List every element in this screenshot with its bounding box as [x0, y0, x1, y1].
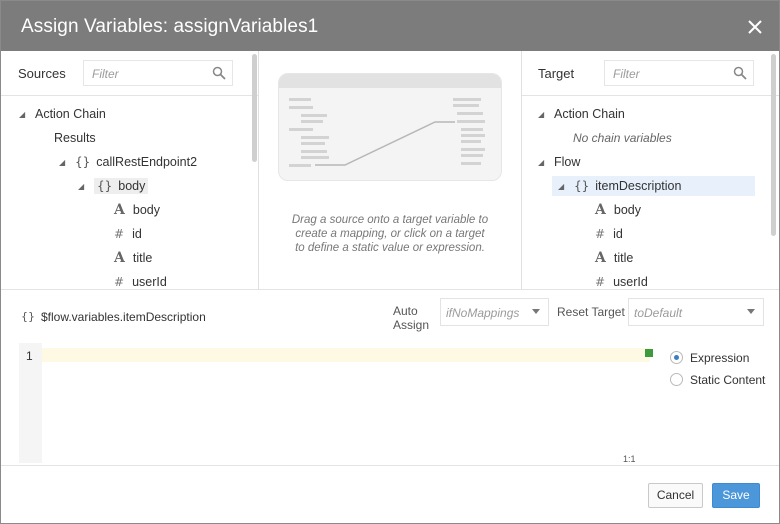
- expand-triangle-icon[interactable]: ◢: [59, 158, 69, 167]
- tree-node-label: callRestEndpoint2: [96, 155, 198, 169]
- save-button[interactable]: Save: [712, 483, 760, 508]
- expression-label: Expression: [690, 351, 750, 365]
- string-type-icon: A: [114, 250, 125, 266]
- cursor-position: 1:1: [623, 454, 636, 464]
- search-icon[interactable]: [733, 66, 747, 80]
- target-label: Target: [538, 66, 575, 81]
- tree-node-label: itemDescription: [595, 179, 682, 193]
- string-type-icon: A: [595, 250, 606, 266]
- object-braces-icon: {}: [75, 155, 91, 169]
- tree-node-label: Flow: [554, 155, 581, 169]
- target-tree: ◢ Action Chain No chain variables ◢ Flow…: [522, 97, 779, 289]
- field-label: body: [132, 203, 160, 217]
- field-label: id: [132, 227, 142, 241]
- sources-panel: Sources Filter ◢ Action Chain Results ◢ …: [1, 51, 259, 289]
- tree-node-itemdescription[interactable]: ◢ {} itemDescription: [552, 176, 755, 196]
- reset-target-value: toDefault: [634, 306, 683, 320]
- field-label: id: [613, 227, 623, 241]
- dialog-title: Assign Variables: assignVariables1: [21, 16, 319, 37]
- tree-node-callrestendpoint2[interactable]: ◢ {} callRestEndpoint2: [59, 152, 197, 172]
- dialog-footer: Cancel Save: [1, 465, 779, 523]
- target-filter-input[interactable]: Filter: [604, 60, 754, 86]
- source-field-id[interactable]: # id: [114, 224, 142, 244]
- field-label: title: [132, 251, 153, 265]
- expression-editor[interactable]: 1: [19, 343, 655, 463]
- target-field-userid[interactable]: # userId: [595, 272, 648, 289]
- editor-cursor-marker: [645, 349, 653, 357]
- tree-node-label: Results: [54, 131, 96, 145]
- sources-filter-placeholder: Filter: [92, 67, 119, 81]
- target-field-id[interactable]: # id: [595, 224, 623, 244]
- static-content-label: Static Content: [690, 373, 766, 387]
- line-number: 1: [26, 349, 33, 363]
- string-type-icon: A: [595, 202, 606, 218]
- number-type-icon: #: [595, 275, 606, 289]
- expand-triangle-icon[interactable]: ◢: [78, 182, 88, 191]
- mapping-illustration: [278, 73, 502, 181]
- expression-radio[interactable]: [670, 351, 683, 364]
- no-chain-variables-note: No chain variables: [573, 131, 672, 145]
- object-braces-icon: {}: [97, 179, 113, 193]
- mapping-hint: Drag a source onto a target variable to …: [291, 214, 489, 254]
- chevron-down-icon: [747, 309, 755, 314]
- target-panel: Target Filter ◢ Action Chain No chain va…: [522, 51, 779, 289]
- cancel-button[interactable]: Cancel: [648, 483, 703, 508]
- auto-assign-value: ifNoMappings: [446, 306, 520, 320]
- tree-node-action-chain[interactable]: ◢ Action Chain: [538, 104, 625, 124]
- field-label: userId: [132, 275, 167, 289]
- source-field-userid[interactable]: # userId: [114, 272, 167, 289]
- editor-gutter: 1: [19, 343, 42, 463]
- target-filter-placeholder: Filter: [613, 67, 640, 81]
- tree-node-body-object[interactable]: ◢ {} body: [78, 176, 149, 196]
- mapping-bar: {} $flow.variables.itemDescription Auto …: [1, 289, 779, 341]
- reset-target-select[interactable]: toDefault: [628, 298, 764, 326]
- mapping-canvas: Drag a source onto a target variable to …: [260, 51, 522, 289]
- sources-label: Sources: [18, 66, 66, 81]
- active-line[interactable]: [42, 348, 650, 362]
- number-type-icon: #: [114, 275, 125, 289]
- target-variable-path: $flow.variables.itemDescription: [41, 310, 206, 324]
- mapping-diagram-icon: [289, 98, 485, 167]
- tree-node-flow[interactable]: ◢ Flow: [538, 152, 580, 172]
- tree-node-results[interactable]: Results: [54, 128, 96, 148]
- tree-node-label: Action Chain: [35, 107, 106, 121]
- target-field-body[interactable]: A body: [595, 200, 641, 220]
- target-field-title[interactable]: A title: [595, 248, 633, 268]
- sources-scrollbar[interactable]: [252, 54, 257, 162]
- sources-filter-input[interactable]: Filter: [83, 60, 233, 86]
- field-label: body: [613, 203, 641, 217]
- sources-header: Sources Filter: [1, 51, 258, 96]
- dialog-title-bar: Assign Variables: assignVariables1: [1, 1, 779, 51]
- expand-triangle-icon[interactable]: ◢: [538, 110, 548, 119]
- chevron-down-icon: [532, 309, 540, 314]
- close-icon[interactable]: [745, 17, 765, 37]
- object-braces-icon: {}: [21, 310, 35, 323]
- field-label: userId: [613, 275, 648, 289]
- object-braces-icon: {}: [574, 179, 590, 193]
- number-type-icon: #: [114, 227, 125, 241]
- sources-tree: ◢ Action Chain Results ◢ {} callRestEndp…: [1, 97, 258, 289]
- tree-node-label: body: [118, 179, 146, 193]
- target-header: Target Filter: [522, 51, 779, 96]
- search-icon[interactable]: [212, 66, 226, 80]
- assign-variables-dialog: Assign Variables: assignVariables1 Sourc…: [0, 0, 780, 524]
- number-type-icon: #: [595, 227, 606, 241]
- field-label: title: [613, 251, 634, 265]
- tree-node-label: Action Chain: [554, 107, 625, 121]
- string-type-icon: A: [114, 202, 125, 218]
- auto-assign-select[interactable]: ifNoMappings: [440, 298, 549, 326]
- source-field-body[interactable]: A body: [114, 200, 160, 220]
- tree-node-action-chain[interactable]: ◢ Action Chain: [19, 104, 106, 124]
- expand-triangle-icon[interactable]: ◢: [558, 182, 568, 191]
- target-scrollbar[interactable]: [771, 54, 776, 236]
- reset-target-label: Reset Target: [557, 305, 625, 319]
- expand-triangle-icon[interactable]: ◢: [19, 110, 29, 119]
- auto-assign-label: Auto Assign: [393, 304, 430, 332]
- expand-triangle-icon[interactable]: ◢: [538, 158, 548, 167]
- source-field-title[interactable]: A title: [114, 248, 152, 268]
- static-content-radio[interactable]: [670, 373, 683, 386]
